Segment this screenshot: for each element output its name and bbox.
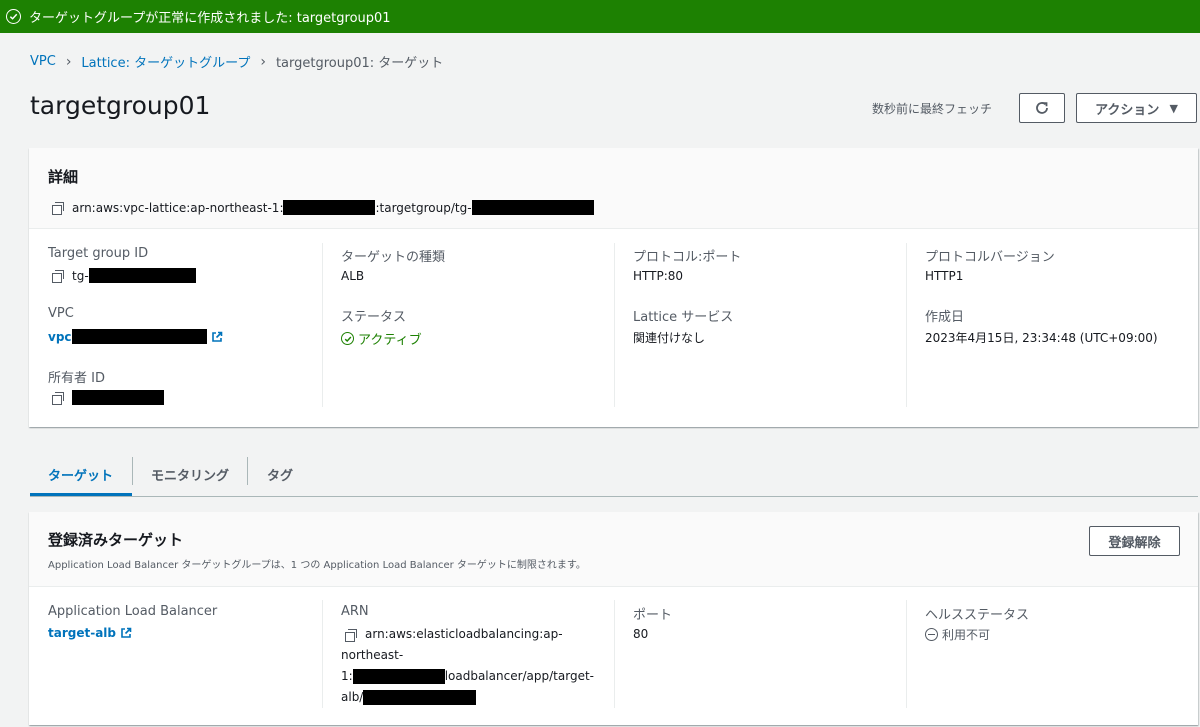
target-group-arn: arn:aws:vpc-lattice:ap-northeast-1: :tar…: [52, 200, 594, 215]
column-divider: [614, 243, 615, 407]
actions-label: アクション: [1095, 102, 1160, 118]
success-check-icon: [6, 9, 21, 24]
owner-id-value: [52, 390, 164, 405]
target-type-label: ターゲットの種類: [341, 250, 446, 265]
health-status-label: ヘルスステータス: [925, 608, 1030, 623]
port-label: ポート: [633, 608, 673, 623]
created-label: 作成日: [925, 310, 965, 325]
status-text: アクティブ: [358, 333, 422, 348]
registered-targets-heading: 登録済みターゲット: [48, 531, 184, 549]
alb-arn-line1: arn:aws:elasticloadbalancing:ap-: [365, 627, 563, 641]
tab-bar: ターゲット モニタリング タグ: [30, 452, 1198, 497]
redacted-alb-id: [363, 690, 477, 705]
protocol-version-value: HTTP1: [925, 269, 964, 283]
details-heading: 詳細: [48, 168, 79, 186]
tab-monitoring[interactable]: モニタリング: [151, 460, 229, 488]
vpc-label: VPC: [48, 306, 74, 321]
protocol-port-label: プロトコル:ポート: [633, 250, 742, 265]
alb-arn-value: arn:aws:elasticloadbalancing:ap- northea…: [341, 624, 594, 708]
alb-arn-line3-suffix: loadbalancer/app/target-: [444, 669, 595, 683]
redacted-tg-id: [88, 268, 196, 283]
copy-icon[interactable]: [345, 628, 357, 642]
redacted-account-id: [352, 669, 445, 684]
arn-mid: :targetgroup/tg-: [375, 200, 472, 215]
arn-label: ARN: [341, 604, 369, 619]
vpc-value[interactable]: vpc: [48, 329, 223, 344]
tg-id-prefix: tg-: [72, 268, 89, 283]
refresh-button[interactable]: [1019, 93, 1065, 123]
status-label: ステータス: [341, 310, 407, 325]
registered-targets-panel: 登録済みターゲット Application Load Balancer ターゲッ…: [29, 512, 1198, 725]
tab-targets[interactable]: ターゲット: [48, 460, 113, 488]
column-divider: [322, 600, 323, 708]
column-divider: [614, 600, 615, 708]
alb-label: Application Load Balancer: [48, 604, 218, 619]
success-flash-banner: ターゲットグループが正常に作成されました: targetgroup01: [0, 0, 1200, 33]
refresh-icon: [1036, 102, 1048, 114]
flash-message: ターゲットグループが正常に作成されました: targetgroup01: [29, 11, 391, 26]
arn-prefix: arn:aws:vpc-lattice:ap-northeast-1:: [72, 200, 284, 215]
deregister-button[interactable]: 登録解除: [1089, 526, 1180, 556]
lattice-service-label: Lattice サービス: [633, 310, 734, 325]
breadcrumb: VPC › Lattice: ターゲットグループ › targetgroup01…: [30, 52, 444, 72]
registered-targets-header: [29, 512, 1198, 587]
caret-down-icon: ▼: [1169, 101, 1178, 115]
details-panel: 詳細 arn:aws:vpc-lattice:ap-northeast-1: :…: [29, 148, 1198, 427]
lattice-service-value: 関連付けなし: [633, 331, 706, 345]
external-link-icon: [211, 331, 222, 342]
column-divider: [322, 243, 323, 407]
last-fetched-text: 数秒前に最終フェッチ: [872, 102, 993, 116]
health-status-value: 利用不可: [925, 626, 990, 643]
alb-link[interactable]: target-alb: [48, 626, 116, 640]
tab-divider: [132, 457, 133, 485]
actions-dropdown-button[interactable]: アクション ▼: [1076, 93, 1197, 123]
alb-arn-line3-prefix: 1:: [341, 669, 353, 683]
status-value: アクティブ: [341, 329, 422, 348]
alb-arn-line4-prefix: alb/: [341, 690, 364, 704]
target-group-id-label: Target group ID: [48, 246, 149, 261]
owner-id-label: 所有者 ID: [48, 371, 105, 386]
redacted-vpc-id: [71, 329, 207, 344]
copy-icon[interactable]: [52, 391, 64, 405]
alb-value[interactable]: target-alb: [48, 626, 132, 640]
page-title: targetgroup01: [30, 91, 211, 120]
redacted-account-id: [283, 200, 376, 215]
tab-tags[interactable]: タグ: [267, 460, 293, 488]
tab-divider: [247, 457, 248, 485]
unavailable-icon: [925, 628, 938, 641]
copy-icon[interactable]: [52, 269, 64, 283]
active-tab-indicator: [30, 493, 132, 496]
redacted-owner-id: [72, 390, 164, 405]
target-type-value: ALB: [341, 269, 365, 283]
status-active-icon: [341, 332, 354, 345]
details-header: [29, 148, 1198, 229]
target-group-id-value: tg-: [52, 268, 196, 283]
copy-icon[interactable]: [52, 201, 64, 215]
chevron-right-icon: ›: [65, 53, 72, 70]
external-link-icon: [121, 627, 132, 638]
port-value: 80: [633, 627, 649, 641]
protocol-port-value: HTTP:80: [633, 269, 684, 283]
protocol-version-label: プロトコルバージョン: [925, 250, 1055, 265]
registered-targets-description: Application Load Balancer ターゲットグループは、1 つ…: [48, 560, 586, 571]
breadcrumb-target-groups-link[interactable]: Lattice: ターゲットグループ: [81, 52, 250, 71]
health-status-text: 利用不可: [942, 628, 991, 642]
breadcrumb-vpc-link[interactable]: VPC: [30, 54, 56, 69]
vpc-link[interactable]: vpc: [48, 330, 72, 344]
created-value: 2023年4月15日, 23:34:48 (UTC+09:00): [925, 331, 1158, 345]
breadcrumb-current: targetgroup01: ターゲット: [275, 56, 444, 71]
alb-arn-line2: northeast-: [341, 648, 404, 662]
column-divider: [906, 600, 907, 708]
redacted-tg-id: [471, 200, 594, 215]
chevron-right-icon: ›: [260, 53, 266, 70]
column-divider: [906, 243, 907, 407]
